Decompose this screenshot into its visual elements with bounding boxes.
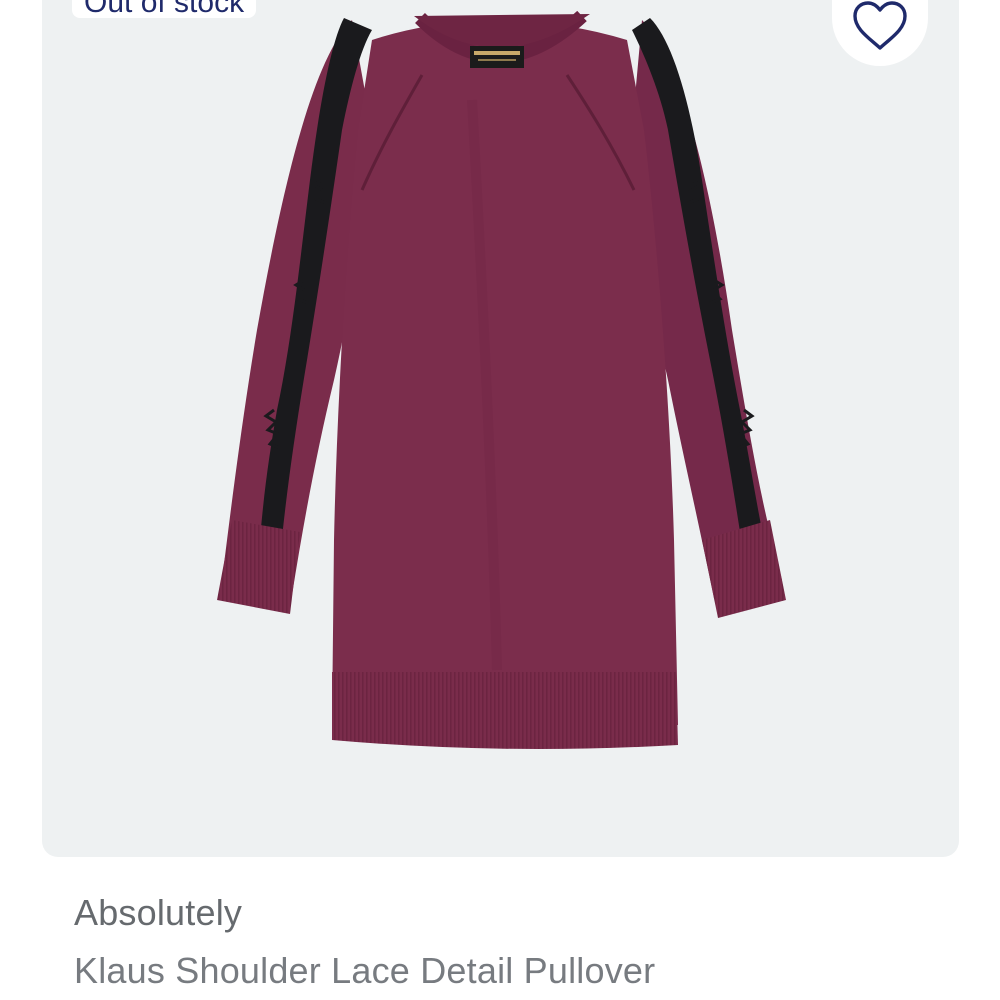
product-brand[interactable]: Absolutely [74, 892, 242, 934]
heart-outline-icon [853, 1, 907, 50]
status-badge-label: Out of stock [84, 0, 245, 19]
status-badge: Out of stock [72, 0, 257, 19]
product-image[interactable] [42, 0, 959, 857]
product-name[interactable]: Klaus Shoulder Lace Detail Pullover [74, 950, 655, 992]
product-card[interactable]: Out of stock [42, 0, 959, 857]
